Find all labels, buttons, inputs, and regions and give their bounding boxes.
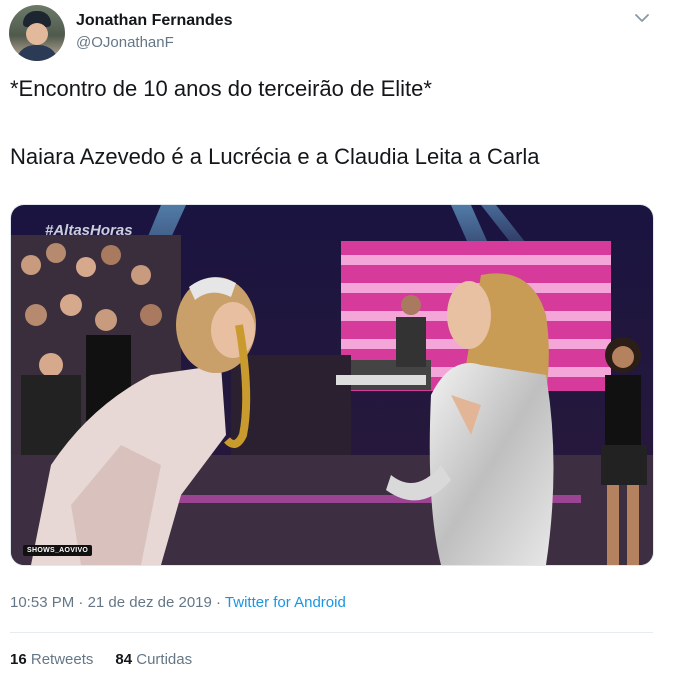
tweet-date[interactable]: 21 de dez de 2019 bbox=[88, 594, 212, 611]
user-handle[interactable]: @OJonathanF bbox=[76, 34, 174, 51]
chevron-down-icon[interactable] bbox=[634, 12, 650, 24]
tweet-stats: 16 Retweets 84 Curtidas bbox=[10, 651, 192, 668]
likes-label: Curtidas bbox=[136, 651, 193, 668]
meta-separator: · bbox=[74, 594, 88, 611]
tweet-metadata: 10:53 PM · 21 de dez de 2019 · Twitter f… bbox=[10, 594, 346, 611]
tweet-text-line-2: Naiara Azevedo é a Lucrécia e a Claudia … bbox=[10, 144, 540, 169]
tweet-text-line-1: *Encontro de 10 anos do terceirão de Eli… bbox=[10, 76, 432, 101]
avatar-face bbox=[26, 23, 48, 45]
stage-scene bbox=[11, 205, 653, 565]
retweets-stat[interactable]: 16 Retweets bbox=[10, 651, 93, 668]
tweet-source-link[interactable]: Twitter for Android bbox=[225, 594, 346, 611]
tweet-media-image[interactable]: #AltasHoras SHOWS_AOVIVO bbox=[10, 204, 654, 566]
divider bbox=[10, 632, 653, 633]
retweets-label: Retweets bbox=[30, 651, 94, 668]
avatar-shirt bbox=[15, 45, 59, 61]
tv-watermark: #AltasHoras bbox=[45, 222, 133, 239]
retweets-count: 16 bbox=[10, 651, 27, 668]
broadcast-badge: SHOWS_AOVIVO bbox=[23, 545, 93, 556]
tweet-time[interactable]: 10:53 PM bbox=[10, 594, 74, 611]
meta-separator: · bbox=[211, 594, 225, 611]
display-name[interactable]: Jonathan Fernandes bbox=[76, 12, 232, 30]
avatar[interactable] bbox=[9, 5, 65, 61]
likes-count: 84 bbox=[115, 651, 133, 668]
likes-stat[interactable]: 84 Curtidas bbox=[115, 651, 192, 668]
